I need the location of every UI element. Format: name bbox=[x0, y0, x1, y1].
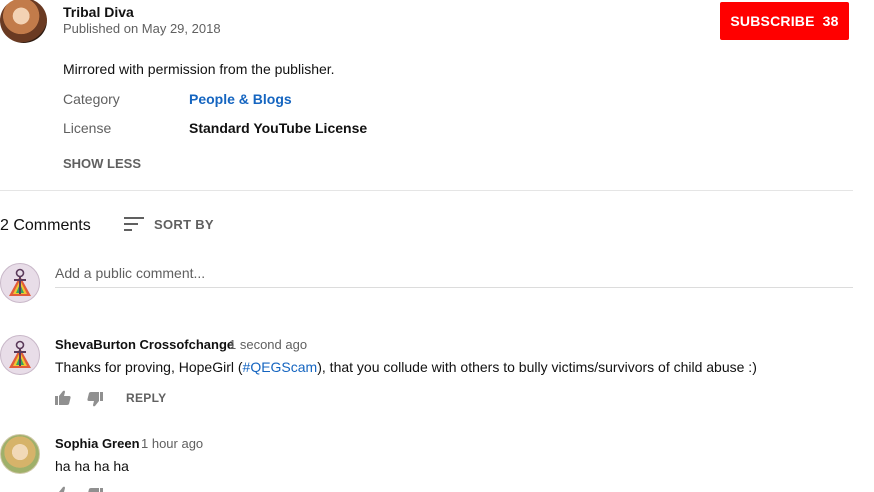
current-user-avatar bbox=[0, 263, 40, 303]
comment-author[interactable]: ShevaBurton Crossofchange bbox=[55, 337, 234, 352]
show-less-button[interactable]: SHOW LESS bbox=[63, 156, 141, 171]
publish-date: Published on May 29, 2018 bbox=[63, 21, 221, 36]
subscriber-count: 38 bbox=[822, 13, 839, 29]
channel-avatar[interactable] bbox=[0, 0, 47, 43]
reply-button[interactable]: REPLY bbox=[126, 391, 166, 405]
subscribe-button[interactable]: SUBSCRIBE 38 bbox=[720, 2, 849, 40]
video-description: Mirrored with permission from the publis… bbox=[63, 61, 335, 77]
comment-text: ha ha ha ha bbox=[55, 458, 129, 474]
thumbs-down-icon[interactable] bbox=[87, 487, 103, 492]
comment-text-part: ), that you collude with others to bully… bbox=[317, 359, 757, 375]
channel-name[interactable]: Tribal Diva bbox=[63, 4, 134, 20]
section-divider bbox=[0, 190, 853, 191]
comment-text-part: Thanks for proving, HopeGirl ( bbox=[55, 359, 243, 375]
commenter-avatar[interactable] bbox=[0, 335, 40, 375]
subscribe-label: SUBSCRIBE bbox=[730, 13, 815, 29]
license-label: License bbox=[63, 120, 112, 136]
category-link[interactable]: People & Blogs bbox=[189, 91, 292, 107]
sort-by-button[interactable]: SORT BY bbox=[124, 216, 214, 232]
category-label: Category bbox=[63, 91, 120, 107]
comment-timestamp[interactable]: 1 second ago bbox=[229, 337, 307, 352]
commenter-avatar[interactable] bbox=[0, 434, 40, 474]
thumbs-down-icon[interactable] bbox=[87, 391, 103, 407]
thumbs-up-icon[interactable] bbox=[55, 486, 71, 492]
sort-by-label: SORT BY bbox=[154, 216, 214, 232]
comment-text: Thanks for proving, HopeGirl (#QEGScam),… bbox=[55, 359, 757, 375]
comments-count: 2 Comments bbox=[0, 217, 91, 234]
add-comment-input[interactable] bbox=[55, 259, 853, 288]
hashtag-link[interactable]: #QEGScam bbox=[243, 359, 318, 375]
comment-timestamp[interactable]: 1 hour ago bbox=[141, 436, 203, 451]
sort-icon bbox=[124, 217, 144, 231]
video-details-page: Tribal Diva Published on May 29, 2018 SU… bbox=[0, 0, 874, 492]
comment-author[interactable]: Sophia Green bbox=[55, 436, 140, 451]
license-value: Standard YouTube License bbox=[189, 120, 368, 136]
thumbs-up-icon[interactable] bbox=[55, 390, 71, 406]
